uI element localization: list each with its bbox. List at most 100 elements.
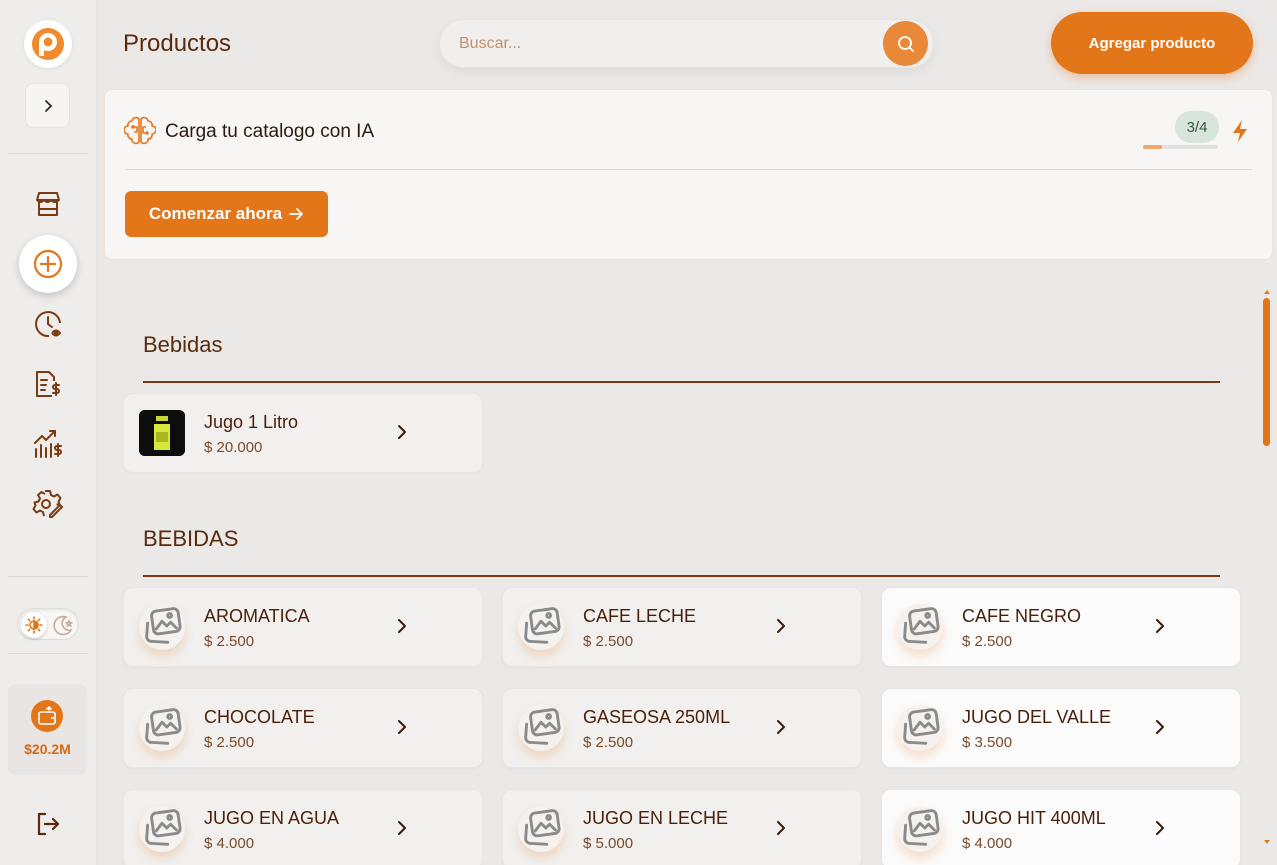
nav-stats[interactable]	[19, 415, 77, 473]
product-name: CAFE NEGRO	[962, 606, 1082, 626]
scroll-down-arrow-icon[interactable]	[1262, 838, 1272, 846]
chevron-right-icon	[1156, 619, 1164, 633]
nav-add[interactable]	[19, 235, 77, 293]
expand-sidebar-button[interactable]	[25, 83, 70, 128]
product-price: $ 2.500	[962, 633, 1013, 650]
brain-icon	[124, 116, 156, 145]
image-placeholder-icon	[518, 705, 564, 751]
arrow-right-icon	[289, 208, 303, 220]
product-card[interactable]: AROMATICA $ 2.500	[123, 587, 483, 667]
logout-icon	[37, 812, 60, 836]
product-card[interactable]: JUGO DEL VALLE $ 3.500	[881, 688, 1241, 768]
product-name: AROMATICA	[204, 606, 310, 626]
plus-circle-icon	[33, 249, 63, 279]
brand-logo[interactable]	[24, 20, 72, 68]
chevron-right-icon	[1156, 821, 1164, 835]
start-now-label: Comenzar ahora	[148, 204, 283, 223]
sidebar-divider	[8, 653, 88, 654]
wallet-balance[interactable]: $20.2M	[8, 684, 87, 775]
product-price: $ 5.000	[583, 835, 634, 852]
chevron-right-icon	[777, 821, 785, 835]
image-placeholder-icon	[897, 806, 943, 852]
product-name: CAFE LECHE	[583, 606, 697, 626]
product-image	[139, 410, 185, 456]
nav-storefront[interactable]	[19, 175, 77, 233]
chevron-right-icon	[777, 720, 785, 734]
logout-button[interactable]	[34, 810, 62, 843]
theme-toggle[interactable]	[17, 608, 79, 640]
product-price: $ 2.500	[583, 734, 634, 751]
start-now-button[interactable]: Comenzar ahora	[125, 191, 328, 237]
product-name: Jugo 1 Litro	[204, 412, 299, 432]
section-title: BEBIDAS	[143, 526, 239, 551]
nav-invoices[interactable]	[19, 355, 77, 413]
chevron-right-icon	[398, 821, 406, 835]
sidebar-divider	[8, 576, 88, 577]
image-placeholder-icon	[897, 705, 943, 751]
step-progress-bar	[1143, 145, 1218, 149]
ai-catalog-card: Carga tu catalogo con IA 3/4 Comenzar ah…	[104, 89, 1273, 260]
brand-p-logo-icon	[32, 28, 64, 60]
ai-card-title: Carga tu catalogo con IA	[165, 121, 375, 142]
step-badge: 3/4	[1175, 111, 1219, 143]
product-price: $ 2.500	[583, 633, 634, 650]
product-price: $ 4.000	[962, 835, 1013, 852]
product-card[interactable]: Jugo 1 Litro $ 20.000	[123, 393, 483, 473]
section-divider	[143, 381, 1220, 383]
product-card[interactable]: JUGO HIT 400ML $ 4.000	[881, 789, 1241, 865]
chevron-right-icon	[398, 619, 406, 633]
chart-dollar-icon	[34, 430, 62, 458]
chevron-right-icon	[44, 99, 52, 112]
wallet-icon	[31, 700, 63, 732]
product-name: JUGO DEL VALLE	[962, 707, 1112, 727]
chevron-right-icon	[777, 619, 785, 633]
search-icon	[897, 35, 914, 52]
receipt-dollar-icon	[36, 371, 60, 397]
clock-history-icon	[35, 311, 62, 338]
section-divider	[143, 575, 1220, 577]
scroll-up-arrow-icon[interactable]	[1262, 288, 1272, 296]
product-card[interactable]: JUGO EN LECHE $ 5.000	[502, 789, 862, 865]
wallet-value: $20.2M	[24, 741, 71, 757]
product-name: JUGO HIT 400ML	[962, 808, 1106, 828]
add-product-button[interactable]: Agregar producto	[1051, 12, 1253, 74]
sidebar-divider	[8, 153, 88, 154]
image-placeholder-icon	[897, 604, 943, 650]
image-placeholder-icon	[139, 806, 185, 852]
product-price: $ 2.500	[204, 734, 255, 751]
page-title: Productos	[123, 30, 232, 57]
chevron-right-icon	[1156, 720, 1164, 734]
image-placeholder-icon	[518, 806, 564, 852]
image-placeholder-icon	[139, 604, 185, 650]
storefront-icon	[36, 192, 60, 216]
product-price: $ 4.000	[204, 835, 255, 852]
image-placeholder-icon	[518, 604, 564, 650]
chevron-right-icon	[398, 720, 406, 734]
lightning-icon	[1233, 120, 1247, 142]
gear-edit-icon	[32, 490, 63, 518]
product-card[interactable]: CAFE LECHE $ 2.500	[502, 587, 862, 667]
sun-icon	[21, 612, 47, 638]
scrollbar-thumb[interactable]	[1263, 298, 1270, 446]
nav-history[interactable]	[19, 295, 77, 353]
product-name: JUGO EN LECHE	[583, 808, 729, 828]
sidebar: $20.2M	[0, 0, 97, 865]
product-card[interactable]: GASEOSA 250ML $ 2.500	[502, 688, 862, 768]
search-button[interactable]	[883, 21, 928, 66]
image-placeholder-icon	[139, 705, 185, 751]
chevron-right-icon	[398, 425, 406, 439]
product-card[interactable]: JUGO EN AGUA $ 4.000	[123, 789, 483, 865]
ai-card-divider	[125, 169, 1252, 170]
section-title: Bebidas	[143, 332, 223, 357]
product-price: $ 20.000	[204, 439, 263, 456]
product-name: GASEOSA 250ML	[583, 707, 731, 727]
nav-settings[interactable]	[19, 475, 77, 533]
product-card[interactable]: CHOCOLATE $ 2.500	[123, 688, 483, 768]
moon-icon	[53, 615, 74, 636]
search-bar	[439, 19, 934, 68]
product-card[interactable]: CAFE NEGRO $ 2.500	[881, 587, 1241, 667]
product-name: CHOCOLATE	[204, 707, 315, 727]
search-input[interactable]	[459, 31, 859, 57]
product-price: $ 2.500	[204, 633, 255, 650]
product-name: JUGO EN AGUA	[204, 808, 340, 828]
